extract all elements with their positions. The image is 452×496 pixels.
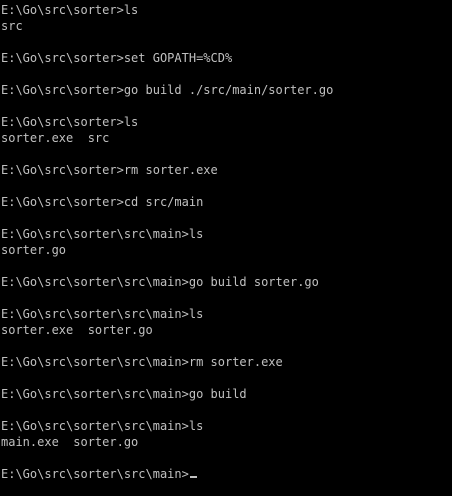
console-line: E:\Go\src\sorter>ls (1, 3, 139, 17)
console-line: E:\Go\src\sorter\src\main>ls (1, 227, 204, 241)
console-line: E:\Go\src\sorter>go build ./src/main/sor… (1, 83, 334, 97)
console-line: E:\Go\src\sorter>set GOPATH=%CD% (1, 51, 233, 65)
text-cursor (189, 476, 197, 478)
console-line: sorter.exe sorter.go (1, 323, 153, 337)
console-line: E:\Go\src\sorter>ls (1, 115, 139, 129)
console-line: sorter.exe src (1, 131, 110, 145)
console-line: main.exe sorter.go (1, 435, 139, 449)
console-line: E:\Go\src\sorter>rm sorter.exe (1, 163, 218, 177)
console-line: E:\Go\src\sorter\src\main>ls (1, 419, 204, 433)
console-line: sorter.go (1, 243, 67, 257)
console-line: src (1, 19, 23, 33)
console-line: E:\Go\src\sorter\src\main>ls (1, 307, 204, 321)
console-prompt: E:\Go\src\sorter\src\main> (1, 467, 189, 481)
console-line: E:\Go\src\sorter\src\main>go build (1, 387, 247, 401)
console-prompt-line[interactable]: E:\Go\src\sorter\src\main> (1, 466, 452, 482)
console-line: E:\Go\src\sorter\src\main>go build sorte… (1, 275, 319, 289)
console-line: E:\Go\src\sorter>cd src/main (1, 195, 204, 209)
console-line: E:\Go\src\sorter\src\main>rm sorter.exe (1, 355, 283, 369)
console-window[interactable]: E:\Go\src\sorter>ls src E:\Go\src\sorter… (0, 0, 452, 496)
